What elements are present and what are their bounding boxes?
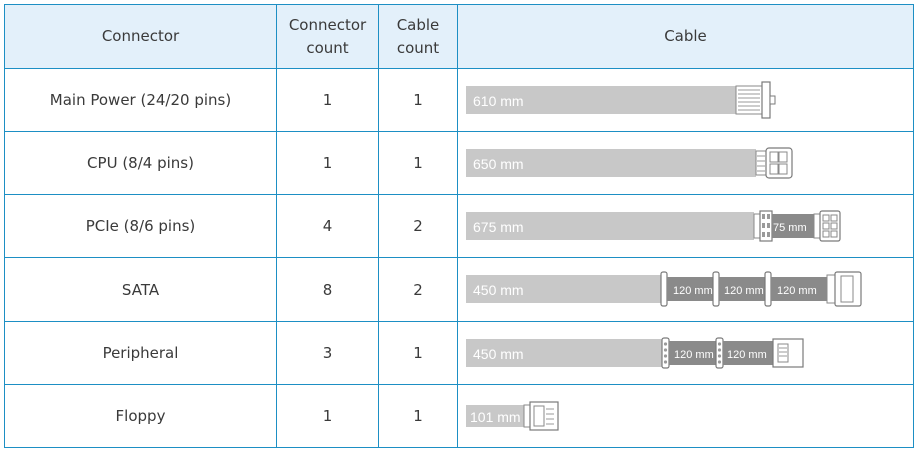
cell-cable-diagram: 610 mm — [457, 67, 914, 133]
main-power-cable-diagram: 610 mm — [466, 81, 776, 119]
pcie-mid-connector-icon — [753, 210, 773, 242]
cell-cable-count: 1 — [378, 383, 458, 449]
cell-connector-count: 1 — [276, 131, 379, 196]
cell-cable-count: 1 — [378, 67, 458, 133]
cell-cable-count: 1 — [378, 131, 458, 196]
cpu-cable-diagram: 650 mm — [466, 147, 793, 179]
cell-connector-count: 3 — [276, 320, 379, 385]
peripheral-cable-diagram: 450 mm 120 mm 120 mm — [466, 337, 804, 369]
cell-cable-diagram: 450 mm 120 mm 120 mm — [457, 320, 914, 385]
cell-connector-count: 8 — [276, 257, 379, 322]
sata-inline-connector-icon — [712, 271, 720, 308]
table-header: Connector Connector count Cable count Ca… — [4, 4, 914, 69]
cell-cable-count: 2 — [378, 194, 458, 259]
sata-plug-icon — [826, 271, 862, 308]
table-body: Main Power (24/20 pins) 1 1 610 mm CPU (… — [4, 67, 914, 449]
psu-cable-spec-table: Connector Connector count Cable count Ca… — [4, 4, 914, 449]
sata-inline-connector-icon — [764, 271, 772, 308]
cell-cable-count: 1 — [378, 320, 458, 385]
24-pin-main-power-plug-icon — [735, 81, 776, 119]
cable-length-label: 675 mm — [473, 219, 524, 235]
molex-inline-connector-icon — [661, 337, 670, 369]
table-row-floppy: Floppy 1 1 101 mm — [4, 383, 914, 449]
cable-length-label: 450 mm — [473, 346, 524, 362]
cell-cable-count: 2 — [378, 257, 458, 322]
header-cable-count: Cable count — [378, 4, 458, 69]
table-row-sata: SATA 8 2 450 mm 120 mm 120 mm 120 mm — [4, 257, 914, 322]
table-row-pcie: PCIe (8/6 pins) 4 2 675 mm 75 mm — [4, 194, 914, 259]
sata-inline-connector-icon — [660, 271, 668, 308]
cell-connector-name: Peripheral — [4, 320, 277, 385]
floppy-plug-icon — [523, 401, 559, 431]
floppy-cable-diagram: 101 mm — [466, 401, 559, 431]
molex-peripheral-plug-icon — [772, 338, 804, 368]
sata-cable-diagram: 450 mm 120 mm 120 mm 120 mm — [466, 271, 862, 308]
cell-connector-name: SATA — [4, 257, 277, 322]
segment-length-label: 120 mm — [724, 285, 764, 297]
cpu-8-pin-plug-icon — [755, 147, 793, 179]
cell-connector-count: 4 — [276, 194, 379, 259]
cell-connector-name: CPU (8/4 pins) — [4, 131, 277, 196]
segment-length-label: 120 mm — [674, 349, 714, 361]
segment-length-label: 120 mm — [673, 285, 713, 297]
cell-connector-name: PCIe (8/6 pins) — [4, 194, 277, 259]
segment-length-label: 75 mm — [773, 222, 807, 234]
header-cable: Cable — [457, 4, 914, 69]
header-row: Connector Connector count Cable count Ca… — [4, 4, 914, 69]
cable-length-label: 101 mm — [470, 409, 521, 425]
cell-cable-diagram: 101 mm — [457, 383, 914, 449]
table-row-main-power: Main Power (24/20 pins) 1 1 610 mm — [4, 67, 914, 133]
cell-connector-name: Main Power (24/20 pins) — [4, 67, 277, 133]
header-connector: Connector — [4, 4, 277, 69]
cell-connector-count: 1 — [276, 383, 379, 449]
cell-connector-name: Floppy — [4, 383, 277, 449]
cell-cable-diagram: 650 mm — [457, 131, 914, 196]
segment-length-label: 120 mm — [777, 285, 817, 297]
molex-inline-connector-icon — [715, 337, 724, 369]
cable-length-label: 650 mm — [473, 156, 524, 172]
table-row-peripheral: Peripheral 3 1 450 mm 120 mm 120 mm — [4, 320, 914, 385]
table-row-cpu: CPU (8/4 pins) 1 1 650 mm — [4, 131, 914, 196]
pcie-8-pin-plug-icon — [813, 210, 841, 242]
cell-cable-diagram: 675 mm 75 mm — [457, 194, 914, 259]
header-connector-count: Connector count — [276, 4, 379, 69]
pcie-cable-diagram: 675 mm 75 mm — [466, 210, 841, 242]
cell-connector-count: 1 — [276, 67, 379, 133]
segment-length-label: 120 mm — [727, 349, 767, 361]
cable-length-label: 610 mm — [473, 93, 524, 109]
cell-cable-diagram: 450 mm 120 mm 120 mm 120 mm — [457, 257, 914, 322]
cable-length-label: 450 mm — [473, 282, 524, 298]
